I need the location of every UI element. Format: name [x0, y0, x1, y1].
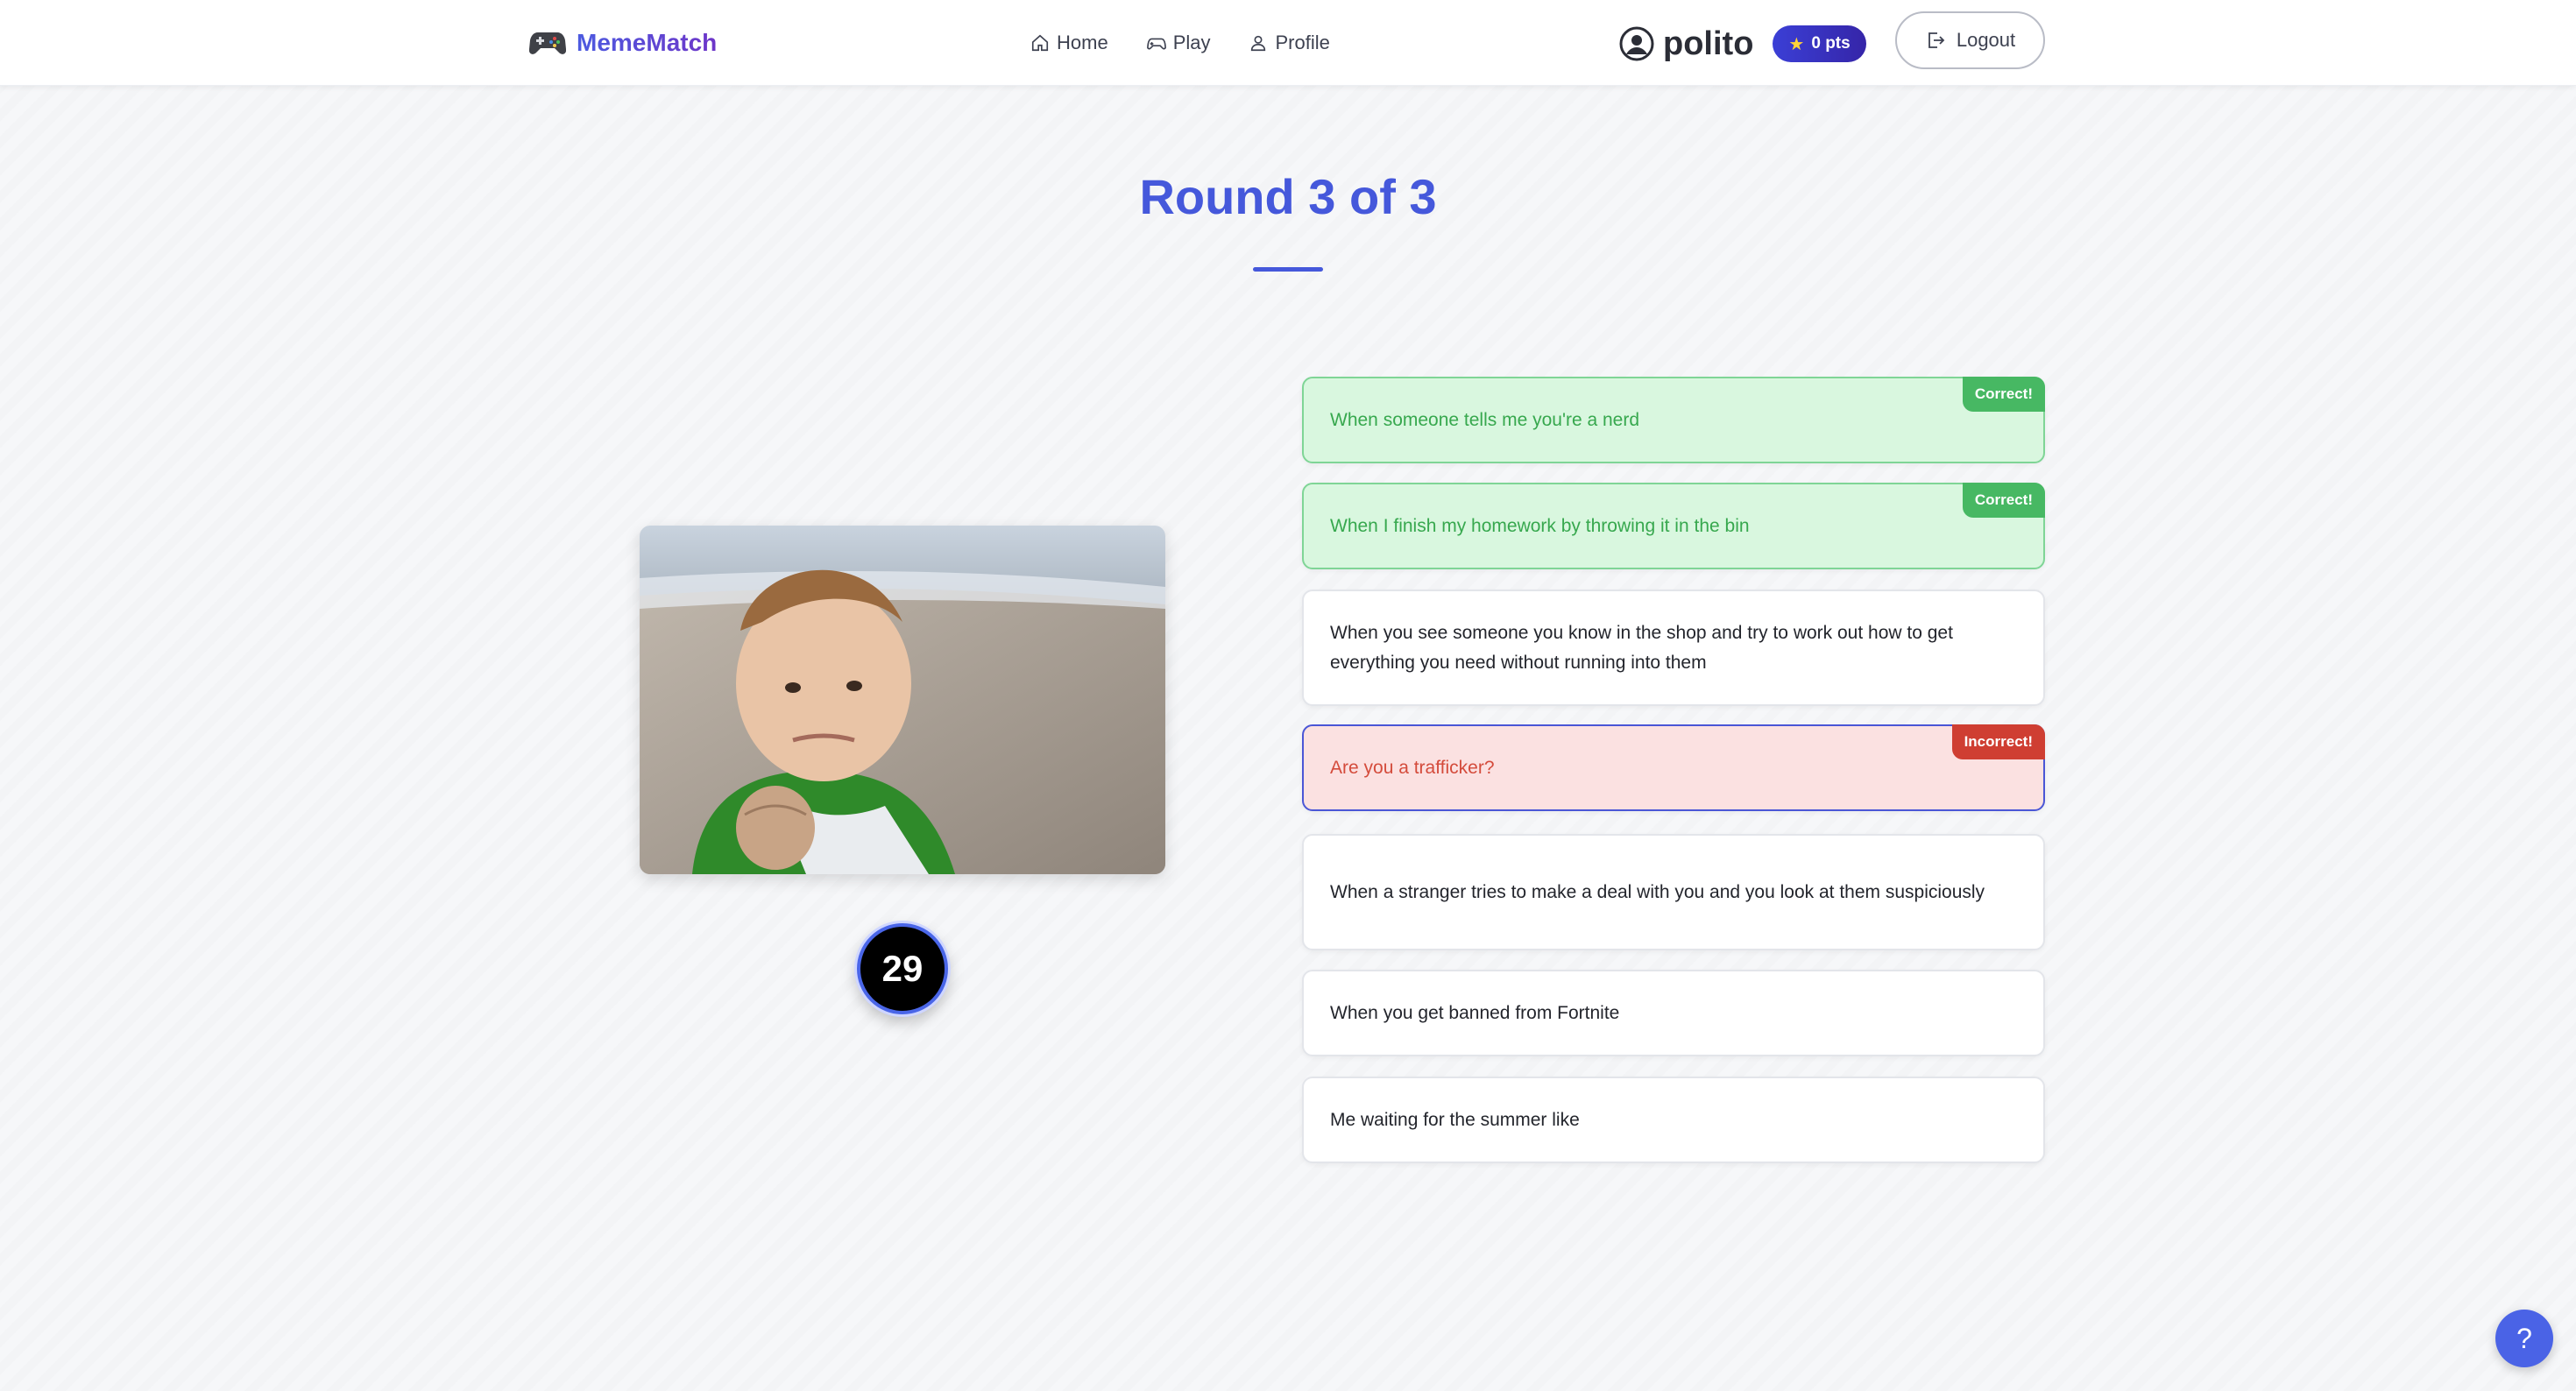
title-divider — [1253, 267, 1323, 272]
correct-badge: Correct! — [1962, 483, 2045, 518]
caption-text: Me waiting for the summer like — [1330, 1109, 1580, 1130]
user-avatar-icon — [1619, 26, 1654, 61]
meme-image — [640, 526, 1165, 874]
correct-badge: Correct! — [1962, 377, 2045, 412]
nav-play-label: Play — [1172, 32, 1211, 53]
navbar: MemeMatch Home Play Profile polito ★ 0 p… — [0, 0, 2576, 86]
help-button[interactable]: ? — [2495, 1310, 2553, 1367]
countdown-timer: 29 — [857, 923, 948, 1014]
gamepad-logo-icon — [529, 32, 566, 54]
nav-profile[interactable]: Profile — [1249, 32, 1330, 54]
gamepad-icon — [1146, 38, 1166, 50]
nav-links: Home Play Profile — [1030, 25, 1330, 61]
caption-option[interactable]: When you get banned from Fortnite — [1302, 970, 2045, 1056]
brand-name: MemeMatch — [577, 29, 718, 56]
incorrect-badge: Incorrect! — [1951, 724, 2045, 759]
points-badge: ★ 0 pts — [1773, 25, 1866, 62]
brand-logo[interactable]: MemeMatch — [529, 23, 717, 63]
caption-text: When a stranger tries to make a deal wit… — [1330, 881, 1985, 902]
star-icon: ★ — [1788, 34, 1805, 54]
points-value: 0 pts — [1811, 34, 1851, 53]
caption-text: When you get banned from Fortnite — [1330, 1002, 1620, 1023]
nav-profile-label: Profile — [1275, 32, 1330, 53]
logout-button[interactable]: Logout — [1895, 11, 2045, 69]
nav-home[interactable]: Home — [1030, 32, 1108, 54]
round-title: Round 3 of 3 — [1139, 169, 1437, 224]
caption-option[interactable]: When you see someone you know in the sho… — [1302, 590, 2045, 706]
caption-option[interactable]: When a stranger tries to make a deal wit… — [1302, 834, 2045, 950]
caption-option[interactable]: Me waiting for the summer like — [1302, 1077, 2045, 1163]
caption-option[interactable]: When someone tells me you're a nerd Corr… — [1302, 377, 2045, 463]
caption-option[interactable]: When I finish my homework by throwing it… — [1302, 483, 2045, 569]
user-area: polito ★ 0 pts — [1619, 19, 1866, 68]
username: polito — [1663, 25, 1754, 62]
logout-label: Logout — [1956, 29, 2016, 51]
caption-text: When I finish my homework by throwing it… — [1330, 515, 1750, 536]
logout-icon — [1928, 32, 1945, 48]
caption-text: When someone tells me you're a nerd — [1330, 409, 1640, 430]
nav-play[interactable]: Play — [1146, 32, 1211, 54]
caption-option[interactable]: Are you a trafficker? Incorrect! — [1302, 724, 2045, 811]
home-icon — [1031, 34, 1049, 52]
caption-text: When you see someone you know in the sho… — [1330, 622, 1953, 673]
person-icon — [1251, 35, 1266, 52]
caption-text: Are you a trafficker? — [1330, 757, 1495, 778]
nav-home-label: Home — [1057, 32, 1108, 53]
